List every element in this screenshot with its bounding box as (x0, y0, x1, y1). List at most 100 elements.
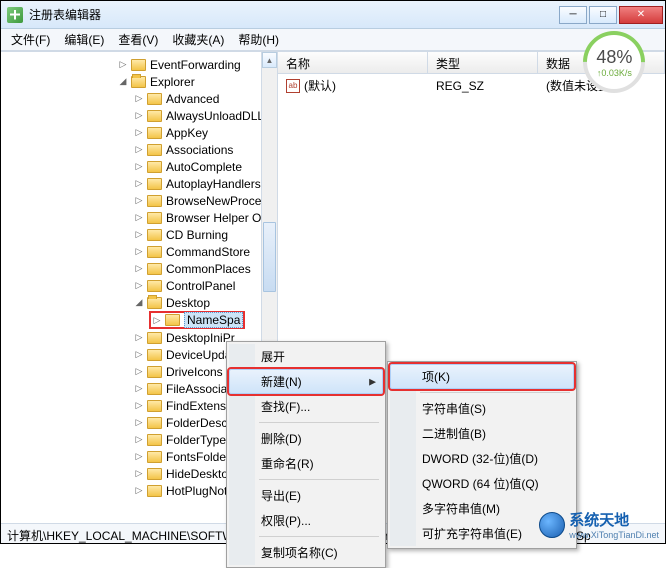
expander-closed-icon[interactable]: ▷ (133, 263, 145, 275)
menu-favorites[interactable]: 收藏夹(A) (166, 29, 230, 50)
expander-closed-icon[interactable]: ▷ (133, 485, 145, 497)
expander-closed-icon[interactable]: ▷ (133, 349, 145, 361)
folder-icon (147, 468, 162, 480)
expander-closed-icon[interactable]: ▷ (133, 451, 145, 463)
tree-label: AutoplayHandlers (166, 177, 261, 191)
tree-item-namespace[interactable]: ▷NameSpa (149, 311, 245, 329)
tree-label: BrowseNewProcess (166, 194, 273, 208)
ctx-expand[interactable]: 展开 (229, 344, 383, 369)
maximize-button[interactable]: □ (589, 6, 617, 24)
col-type[interactable]: 类型 (428, 52, 538, 73)
tree-item[interactable]: ▷ BrowseNewProcess (5, 192, 277, 209)
ctx-new-key[interactable]: 项(K) (390, 364, 574, 389)
ctx-rename[interactable]: 重命名(R) (229, 451, 383, 476)
submenu-arrow-icon: ▶ (369, 376, 376, 387)
tree-item[interactable]: ▷ Associations (5, 141, 277, 158)
tree-label: EventForwarding (150, 58, 241, 72)
ctx-export[interactable]: 导出(E) (229, 483, 383, 508)
scroll-thumb[interactable] (263, 222, 276, 292)
menu-separator (420, 392, 570, 393)
expander-closed-icon[interactable]: ▷ (133, 161, 145, 173)
tree-label: ControlPanel (166, 279, 235, 293)
tree-label: CommandStore (166, 245, 250, 259)
watermark-logo-icon (539, 512, 565, 538)
app-icon (7, 7, 23, 23)
expander-closed-icon[interactable]: ▷ (133, 332, 145, 344)
tree-item[interactable]: ▷ AlwaysUnloadDLL (5, 107, 277, 124)
ctx-new-binary[interactable]: 二进制值(B) (390, 421, 574, 446)
context-menu: 展开 新建(N) ▶ 查找(F)... 删除(D) 重命名(R) 导出(E) 权… (226, 341, 386, 568)
watermark-title: 系统天地 (569, 509, 659, 530)
col-name[interactable]: 名称 (278, 52, 428, 73)
tree-item[interactable]: ▷ CommandStore (5, 243, 277, 260)
expander-closed-icon[interactable]: ▷ (133, 229, 145, 241)
menu-file[interactable]: 文件(F) (5, 29, 56, 50)
folder-icon (131, 76, 146, 88)
tree-label: Associations (166, 143, 233, 157)
tree-label: AppKey (166, 126, 208, 140)
folder-icon (165, 314, 180, 326)
ctx-find[interactable]: 查找(F)... (229, 394, 383, 419)
close-button[interactable]: ✕ (619, 6, 663, 24)
expander-closed-icon[interactable]: ▷ (133, 280, 145, 292)
expander-open-icon[interactable]: ◢ (133, 297, 145, 309)
speed-rate: ↑0.03K/s (596, 68, 632, 78)
expander-closed-icon[interactable]: ▷ (133, 195, 145, 207)
tree-item[interactable]: ▷AutoComplete (5, 158, 277, 175)
folder-icon (147, 93, 162, 105)
tree-item[interactable]: ▷ ControlPanel (5, 277, 277, 294)
tree-item[interactable]: ▷Browser Helper Ob (5, 209, 277, 226)
ctx-new-label: 新建(N) (261, 375, 302, 389)
tree-item[interactable]: ▷ EventForwarding (5, 56, 277, 73)
tree-item[interactable]: ▷CD Burning (5, 226, 277, 243)
folder-icon (147, 485, 162, 497)
menu-view[interactable]: 查看(V) (112, 29, 164, 50)
expander-closed-icon[interactable]: ▷ (133, 366, 145, 378)
folder-icon (147, 144, 162, 156)
tree-label: DesktopIniPr (166, 331, 235, 345)
speed-percent: 48% (596, 47, 632, 68)
expander-closed-icon[interactable]: ▷ (133, 246, 145, 258)
tree-label: AlwaysUnloadDLL (166, 109, 264, 123)
menu-help[interactable]: 帮助(H) (232, 29, 285, 50)
expander-closed-icon[interactable]: ▷ (133, 468, 145, 480)
expander-closed-icon[interactable]: ▷ (151, 314, 163, 326)
ctx-new-string[interactable]: 字符串值(S) (390, 396, 574, 421)
menu-edit[interactable]: 编辑(E) (58, 29, 110, 50)
expander-closed-icon[interactable]: ▷ (133, 212, 145, 224)
tree-item[interactable]: ▷ CommonPlaces (5, 260, 277, 277)
tree-label: CommonPlaces (166, 262, 251, 276)
tree-item[interactable]: ▷ Advanced (5, 90, 277, 107)
expander-closed-icon[interactable]: ▷ (133, 383, 145, 395)
tree-item[interactable]: ◢Explorer (5, 73, 277, 90)
minimize-button[interactable]: ─ (559, 6, 587, 24)
tree-label: HideDesktop (166, 467, 235, 481)
tree-item[interactable]: ▷ AppKey (5, 124, 277, 141)
expander-closed-icon[interactable]: ▷ (133, 400, 145, 412)
folder-icon (147, 400, 162, 412)
expander-closed-icon[interactable]: ▷ (133, 110, 145, 122)
ctx-new[interactable]: 新建(N) ▶ (229, 369, 383, 394)
expander-closed-icon[interactable]: ▷ (133, 144, 145, 156)
tree-label: Advanced (166, 92, 219, 106)
folder-icon (147, 451, 162, 463)
tree-item[interactable]: ▷ AutoplayHandlers (5, 175, 277, 192)
expander-closed-icon[interactable]: ▷ (133, 434, 145, 446)
ctx-new-qword[interactable]: QWORD (64 位)值(Q) (390, 471, 574, 496)
folder-icon (147, 366, 162, 378)
expander-closed-icon[interactable]: ▷ (133, 127, 145, 139)
scroll-up-button[interactable]: ▲ (262, 52, 277, 68)
expander-closed-icon[interactable]: ▷ (117, 59, 129, 71)
expander-closed-icon[interactable]: ▷ (133, 93, 145, 105)
titlebar: 注册表编辑器 ─ □ ✕ (1, 1, 665, 29)
expander-closed-icon[interactable]: ▷ (133, 417, 145, 429)
tree-label: Desktop (166, 296, 210, 310)
folder-icon (147, 127, 162, 139)
expander-closed-icon[interactable]: ▷ (133, 178, 145, 190)
expander-open-icon[interactable]: ◢ (117, 76, 129, 88)
ctx-delete[interactable]: 删除(D) (229, 426, 383, 451)
tree-item[interactable]: ◢ Desktop (5, 294, 277, 311)
ctx-new-dword[interactable]: DWORD (32-位)值(D) (390, 446, 574, 471)
ctx-permissions[interactable]: 权限(P)... (229, 508, 383, 533)
folder-icon (147, 212, 162, 224)
